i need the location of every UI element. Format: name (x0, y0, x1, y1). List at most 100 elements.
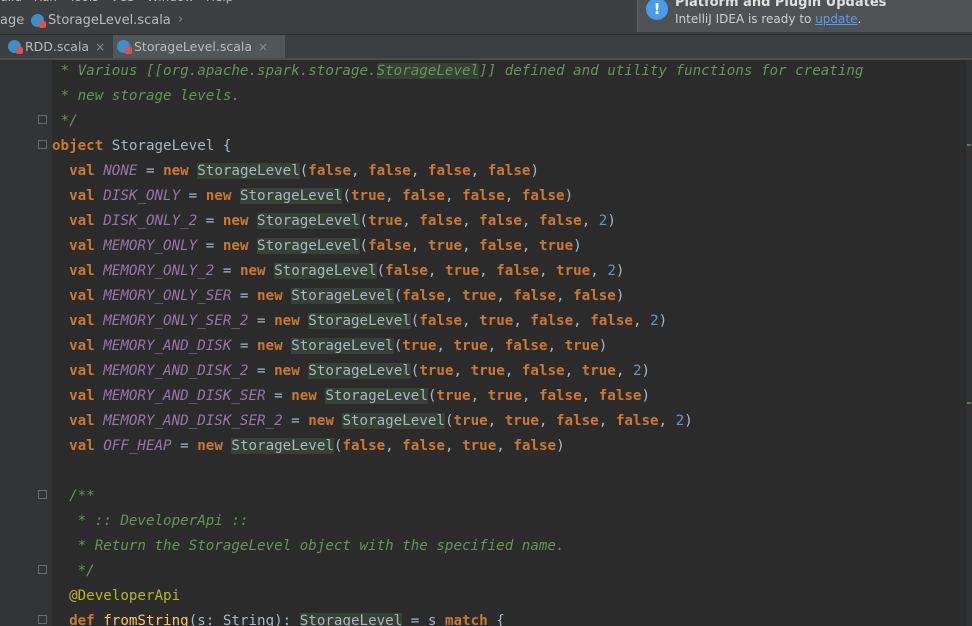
code-line[interactable]: def fromString(s: String): StorageLevel … (52, 609, 505, 626)
code-token: ) (573, 238, 582, 254)
code-token: MEMORY_ONLY (103, 238, 198, 254)
code-line[interactable]: val MEMORY_ONLY_SER = new StorageLevel(f… (52, 284, 624, 309)
code-line[interactable]: val MEMORY_ONLY = new StorageLevel(false… (52, 234, 582, 259)
code-token: , (598, 413, 616, 429)
error-stripe[interactable] (966, 60, 972, 626)
code-token: ) (598, 338, 608, 354)
notification-body: IntelliJ IDEA is ready to update. (675, 12, 861, 26)
code-token: , (470, 163, 488, 179)
breadcrumb-file[interactable]: StorageLevel.scala (31, 13, 171, 28)
menu-item[interactable]: Run (34, 0, 57, 4)
code-token: MEMORY_AND_DISK_2 (103, 363, 249, 379)
code-token: val (69, 263, 95, 279)
code-token: MEMORY_ONLY_SER (103, 288, 232, 304)
stripe-mark[interactable] (967, 402, 971, 404)
code-token: , (462, 213, 480, 229)
code-token: , (513, 313, 531, 329)
tab-storagelevel-scala[interactable]: StorageLevel.scala × (113, 35, 285, 58)
code-line[interactable]: * :: DeveloperApi :: (52, 509, 249, 534)
code-token: , (427, 263, 445, 279)
breadcrumb-separator: › (20, 12, 26, 27)
code-token: = (197, 213, 223, 229)
code-token: StorageLevel (239, 188, 343, 204)
code-line[interactable]: /** (52, 484, 95, 509)
code-line[interactable]: val MEMORY_ONLY_SER_2 = new StorageLevel… (52, 309, 667, 334)
code-token: , (590, 263, 608, 279)
stripe-mark[interactable] (967, 144, 971, 146)
menu-item[interactable]: uild (0, 0, 22, 4)
code-token: new (308, 413, 334, 429)
code-token: ( (359, 238, 369, 254)
tab-rdd-scala[interactable]: RDD.scala × (4, 35, 110, 58)
close-icon[interactable]: × (95, 40, 105, 54)
code-token: = (282, 413, 309, 429)
code-line[interactable]: val MEMORY_AND_DISK_2 = new StorageLevel… (52, 359, 650, 384)
code-token: val (69, 413, 95, 429)
code-line[interactable]: @DeveloperApi (52, 584, 180, 609)
code-token: , (632, 313, 651, 329)
code-line[interactable]: * Various [[org.apache.spark.storage.Sto… (52, 60, 863, 84)
code-token: true (453, 338, 488, 354)
code-token: false (556, 413, 599, 429)
notification-text: IntelliJ IDEA is ready to (675, 12, 816, 26)
menu-item[interactable]: VCS (110, 0, 134, 4)
code-line[interactable]: val OFF_HEAP = new StorageLevel(false, f… (52, 434, 565, 459)
code-line[interactable]: val MEMORY_AND_DISK = new StorageLevel(t… (52, 334, 607, 359)
code-line[interactable]: */ (52, 109, 78, 134)
code-token: = (137, 163, 164, 179)
code-token: true (504, 413, 539, 429)
code-token: , (504, 188, 522, 204)
code-token: StorageLevel (231, 438, 334, 454)
code-token: = (231, 338, 258, 354)
code-line[interactable]: val MEMORY_AND_DISK_SER_2 = new StorageL… (52, 409, 693, 434)
code-line[interactable]: val MEMORY_AND_DISK_SER = new StorageLev… (52, 384, 650, 409)
code-line[interactable]: val MEMORY_ONLY_2 = new StorageLevel(fal… (52, 259, 624, 284)
code-line[interactable]: object StorageLevel { (52, 134, 231, 159)
code-token: , (410, 238, 428, 254)
code-token: , (444, 288, 463, 304)
code-token: false (521, 188, 565, 204)
menu-item[interactable]: Tools (69, 0, 99, 4)
code-line[interactable]: val NONE = new StorageLevel(false, false… (52, 159, 539, 184)
code-token: , (581, 388, 599, 404)
code-line[interactable]: val DISK_ONLY = new StorageLevel(true, f… (52, 184, 573, 209)
code-token: , (658, 413, 676, 429)
code-token: false (402, 288, 445, 304)
code-token: val (69, 163, 95, 179)
info-icon: ! (646, 0, 668, 20)
code-token: false (402, 188, 445, 204)
code-token: ) (530, 163, 539, 179)
code-line[interactable]: * new storage levels. (52, 84, 240, 109)
menu-item[interactable]: Help (206, 0, 233, 4)
code-editor[interactable]: * Various [[org.apache.spark.storage.Sto… (0, 60, 966, 626)
code-token: ]] defined and utility functions for cre… (479, 63, 864, 79)
code-token: { (487, 613, 505, 626)
update-notification[interactable]: ! Platform and Plugin Updates IntelliJ I… (637, 0, 972, 32)
code-line[interactable]: * Return the StorageLevel object with th… (52, 534, 565, 559)
menu-item[interactable]: Window (147, 0, 194, 4)
code-token: val (69, 238, 95, 254)
code-token: StorageLevel (325, 388, 428, 404)
code-token: false (530, 313, 574, 329)
code-token: val (69, 438, 95, 454)
code-line[interactable]: */ (52, 559, 95, 584)
code-token: = (171, 438, 198, 454)
code-token: true (462, 288, 497, 304)
code-token: false (615, 413, 659, 429)
code-token: val (69, 313, 95, 329)
code-line[interactable]: val DISK_ONLY_2 = new StorageLevel(true,… (52, 209, 616, 234)
close-icon[interactable]: × (258, 40, 268, 54)
update-link[interactable]: update (815, 12, 857, 26)
code-token: val (69, 388, 95, 404)
